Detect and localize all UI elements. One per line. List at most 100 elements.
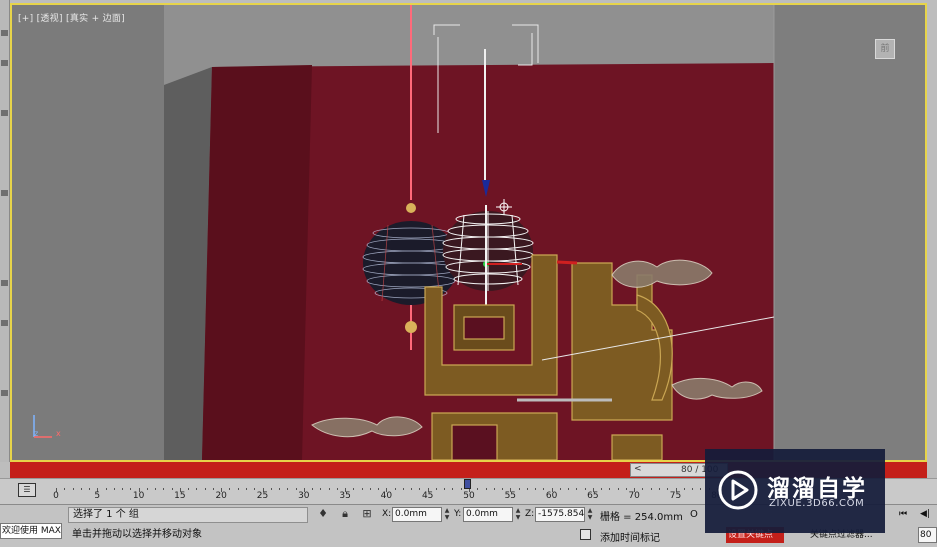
playhead-marker[interactable] xyxy=(464,479,471,489)
ruler-minor-tick xyxy=(270,488,272,490)
ruler-minor-tick xyxy=(312,488,314,490)
toolbar-icon[interactable] xyxy=(1,280,8,286)
ruler-label: 30 xyxy=(298,491,310,501)
left-toolbar-strip xyxy=(0,0,10,462)
go-to-start-icon[interactable]: ⏮ xyxy=(896,507,910,521)
current-frame-field[interactable]: 80 xyxy=(918,527,937,543)
add-time-tag[interactable]: 添加时间标记 xyxy=(600,529,660,544)
y-spinner-icon[interactable]: ▲ ▼ xyxy=(514,507,522,522)
ruler-minor-tick xyxy=(460,488,462,490)
ruler-minor-tick xyxy=(320,488,322,490)
ruler-minor-tick xyxy=(617,488,619,490)
ruler-minor-tick xyxy=(435,488,437,490)
ruler-minor-tick xyxy=(378,488,380,490)
ruler-minor-tick xyxy=(419,488,421,490)
scene-render xyxy=(12,5,925,460)
ruler-minor-tick xyxy=(188,488,190,490)
ruler-minor-tick xyxy=(493,488,495,490)
ruler-minor-tick xyxy=(237,488,239,490)
ruler-minor-tick xyxy=(394,488,396,490)
ruler-minor-tick xyxy=(526,488,528,490)
selection-lock-icon[interactable]: 🔒︎ xyxy=(338,507,352,521)
ruler-minor-tick xyxy=(204,488,206,490)
x-coord-label: X: xyxy=(382,509,392,519)
ruler-label: 15 xyxy=(174,491,186,501)
ruler-minor-tick xyxy=(229,488,231,490)
x-coord-field[interactable]: 0.0mm xyxy=(392,507,442,522)
ruler-minor-tick xyxy=(609,488,611,490)
ruler-minor-tick xyxy=(72,488,74,490)
toolbar-icon[interactable] xyxy=(1,110,8,116)
ruler-minor-tick xyxy=(336,488,338,490)
prompt-line: 单击并拖动以选择并移动对象 xyxy=(72,529,202,540)
selection-status: 选择了 1 个 组 xyxy=(68,507,308,523)
ruler-minor-tick xyxy=(287,488,289,490)
watermark: 溜溜自学 ZIXUE.3D66.COM xyxy=(705,449,885,533)
ruler-minor-tick xyxy=(196,488,198,490)
time-tag-icon[interactable] xyxy=(580,529,591,540)
ruler-label: 65 xyxy=(587,491,599,501)
ruler-label: 50 xyxy=(463,491,475,501)
ruler-minor-tick xyxy=(543,488,545,490)
ruler-label: 55 xyxy=(504,491,517,501)
ruler-minor-tick xyxy=(130,488,132,490)
ruler-label: 25 xyxy=(256,491,269,501)
ruler-minor-tick xyxy=(601,488,603,490)
axis-z-label: z xyxy=(34,429,39,438)
ruler-minor-tick xyxy=(279,488,281,490)
prev-key-icon[interactable]: ◀| xyxy=(918,507,932,521)
x-spinner-icon[interactable]: ▲ ▼ xyxy=(443,507,451,522)
ruler-minor-tick xyxy=(683,488,685,490)
ruler-minor-tick xyxy=(146,488,148,490)
ruler-minor-tick xyxy=(642,488,644,490)
ruler-minor-tick xyxy=(411,488,413,490)
z-coord-field[interactable]: -1575.854 xyxy=(535,507,585,522)
ruler-minor-tick xyxy=(80,488,82,490)
y-coord-field[interactable]: 0.0mm xyxy=(463,507,513,522)
ruler-minor-tick xyxy=(658,488,660,490)
ruler-minor-tick xyxy=(452,488,454,490)
ruler-minor-tick xyxy=(559,488,561,490)
ruler-minor-tick xyxy=(89,488,91,490)
ruler-label: 10 xyxy=(132,491,145,501)
ruler-minor-tick xyxy=(444,488,446,490)
ruler-minor-tick xyxy=(692,488,694,490)
viewcube-icon[interactable]: 前 xyxy=(875,39,895,59)
ruler-minor-tick xyxy=(535,488,537,490)
z-spinner-icon[interactable]: ▲ ▼ xyxy=(586,507,594,522)
toolbar-icon[interactable] xyxy=(1,390,8,396)
toolbar-icon[interactable] xyxy=(1,60,8,66)
ruler-minor-tick xyxy=(700,488,702,490)
ruler-label: 0 xyxy=(53,491,59,501)
viewport-label[interactable]: [+] [透视] [真实 + 边面] xyxy=(18,11,125,24)
ruler-minor-tick xyxy=(254,488,256,490)
toolbar-icon[interactable] xyxy=(1,320,8,326)
ruler-minor-tick xyxy=(245,488,247,490)
ruler-minor-tick xyxy=(163,488,165,490)
ruler-minor-tick xyxy=(502,488,504,490)
ruler-minor-tick xyxy=(122,488,124,490)
ruler-minor-tick xyxy=(576,488,578,490)
ruler-minor-tick xyxy=(113,488,115,490)
absolute-mode-icon[interactable]: ⊞ xyxy=(360,507,374,521)
ruler-minor-tick xyxy=(650,488,652,490)
ruler-minor-tick xyxy=(667,488,669,490)
isolate-selection-icon[interactable]: ♦ xyxy=(316,507,330,521)
ruler-minor-tick xyxy=(328,488,330,490)
ruler-label: 70 xyxy=(628,491,640,501)
grid-size-label: 栅格 = 254.0mm xyxy=(600,512,683,523)
prev-frame-arrow[interactable]: < xyxy=(634,464,642,474)
ruler-label: 45 xyxy=(421,491,434,501)
ruler-label: 5 xyxy=(94,491,101,501)
ruler-minor-tick xyxy=(485,488,487,490)
perspective-viewport[interactable]: [+] [透视] [真实 + 边面] 前 z x xyxy=(10,3,927,462)
toolbar-icon[interactable] xyxy=(1,30,8,36)
y-coord-label: Y: xyxy=(454,509,462,519)
ruler-minor-tick xyxy=(584,488,586,490)
curve-editor-icon[interactable]: ☰ xyxy=(18,483,36,497)
maxscript-listener[interactable]: 欢迎使用 MAXScr xyxy=(0,523,62,539)
z-coord-label: Z: xyxy=(525,509,535,519)
ruler-minor-tick xyxy=(353,488,355,490)
ruler-label: 75 xyxy=(669,491,682,501)
toolbar-icon[interactable] xyxy=(1,190,8,196)
